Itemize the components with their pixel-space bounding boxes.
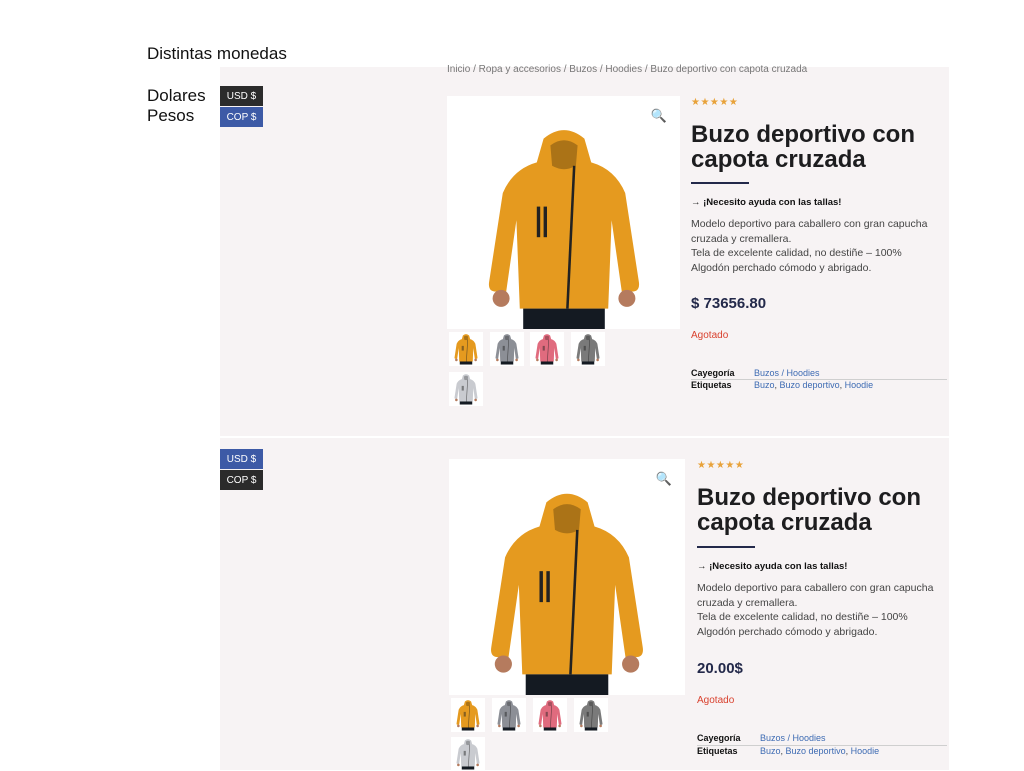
currency-button-cop[interactable]: COP $ <box>220 107 263 127</box>
thumbnail-orange-hoodie[interactable] <box>451 698 485 732</box>
tag-link[interactable]: Hoodie <box>845 380 874 390</box>
currency-button-cop[interactable]: COP $ <box>220 470 263 490</box>
thumbnail-gray-hoodie[interactable] <box>490 332 524 366</box>
rating-stars: ★★★★★ <box>691 97 739 108</box>
category-link[interactable]: Buzos / Hoodies <box>754 368 820 378</box>
size-help-link[interactable]: → ¡Necesito ayuda con las tallas! <box>697 561 847 572</box>
title-divider <box>691 182 749 184</box>
product-price: $ 73656.80 <box>691 295 767 312</box>
size-help-label: ¡Necesito ayuda con las tallas! <box>709 561 848 572</box>
description-line: Tela de excelente calidad, no destiñe – … <box>697 611 908 623</box>
document-title: Distintas monedas <box>147 44 287 63</box>
size-help-link[interactable]: → ¡Necesito ayuda con las tallas! <box>691 197 841 208</box>
description-line: Algodón perchado cómodo y abrigado. <box>691 261 872 274</box>
tags-list: Buzo, Buzo deportivo, Hoodie <box>754 380 874 390</box>
product-description: Modelo deportivo para caballero con gran… <box>691 217 949 275</box>
tag-link[interactable]: Buzo <box>760 746 781 756</box>
description-line: cruzada y cremallera. <box>697 596 798 609</box>
thumbnail-pink-hoodie[interactable] <box>533 698 567 732</box>
rating-stars: ★★★★★ <box>697 460 745 471</box>
product-title: Buzo deportivo con capota cruzada <box>697 484 921 536</box>
category-label: Cayegoría <box>697 733 741 743</box>
size-help-label: ¡Necesito ayuda con las tallas! <box>703 197 842 208</box>
tags-label: Etiquetas <box>697 746 738 756</box>
thumbnail-darkgray-hoodie[interactable] <box>571 332 605 366</box>
tags-list: Buzo, Buzo deportivo, Hoodie <box>760 746 880 756</box>
product-main-image[interactable] <box>449 459 685 695</box>
description-line: Tela de excelente calidad, no destiñe – … <box>691 247 902 259</box>
arrow-right-icon: → <box>691 197 701 208</box>
description-line: Modelo deportivo para caballero con gran… <box>691 218 928 230</box>
thumbnail-light-hoodie[interactable] <box>451 737 485 771</box>
label-dolares: Dolares <box>147 86 206 105</box>
breadcrumb[interactable]: Inicio / Ropa y accesorios / Buzos / Hoo… <box>447 64 807 75</box>
arrow-right-icon: → <box>697 561 707 572</box>
stock-status: Agotado <box>697 695 735 706</box>
hoodie-image <box>481 459 653 695</box>
hoodie-image <box>479 96 649 329</box>
category-link[interactable]: Buzos / Hoodies <box>760 733 826 743</box>
tag-link[interactable]: Hoodie <box>851 746 880 756</box>
zoom-icon[interactable]: 🔍 <box>655 470 673 488</box>
category-label: Cayegoría <box>691 368 735 378</box>
product-main-image[interactable] <box>447 96 680 329</box>
thumbnail-pink-hoodie[interactable] <box>530 332 564 366</box>
currency-button-usd[interactable]: USD $ <box>220 86 263 106</box>
product-price: 20.00$ <box>697 660 743 677</box>
thumbnail-darkgray-hoodie[interactable] <box>574 698 608 732</box>
product-description: Modelo deportivo para caballero con gran… <box>697 581 955 639</box>
tag-link[interactable]: Buzo deportivo <box>780 380 840 390</box>
product-title: Buzo deportivo con capota cruzada <box>691 121 915 173</box>
thumbnail-gray-hoodie[interactable] <box>492 698 526 732</box>
currency-button-usd[interactable]: USD $ <box>220 449 263 469</box>
tags-label: Etiquetas <box>691 380 732 390</box>
description-line: cruzada y cremallera. <box>691 232 792 245</box>
thumbnail-orange-hoodie[interactable] <box>449 332 483 366</box>
tag-link[interactable]: Buzo deportivo <box>786 746 846 756</box>
stock-status: Agotado <box>691 330 729 341</box>
thumbnail-light-hoodie[interactable] <box>449 372 483 406</box>
description-line: Algodón perchado cómodo y abrigado. <box>697 625 878 638</box>
tag-link[interactable]: Buzo <box>754 380 775 390</box>
description-line: Modelo deportivo para caballero con gran… <box>697 582 934 594</box>
zoom-icon[interactable]: 🔍 <box>650 107 668 125</box>
label-pesos: Pesos <box>147 106 195 125</box>
title-divider <box>697 546 755 548</box>
